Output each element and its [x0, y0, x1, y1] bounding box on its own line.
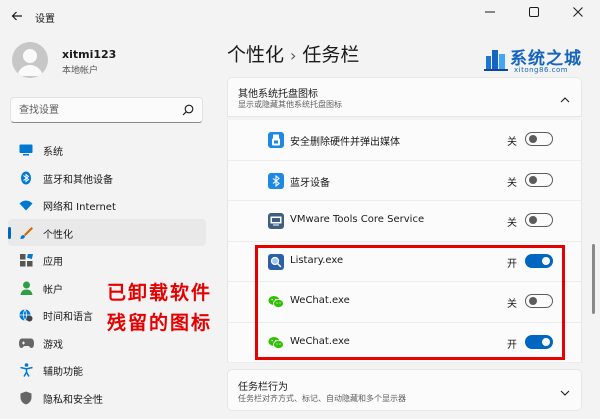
sidebar-item-label: 帐户	[43, 284, 63, 296]
close-button[interactable]	[556, 0, 600, 24]
scrollbar-thumb[interactable]	[592, 244, 595, 314]
breadcrumb-separator: ›	[290, 46, 297, 65]
globe-clock-icon	[18, 307, 34, 323]
toggle-knob	[529, 135, 537, 143]
row-label: 蓝牙设备	[290, 177, 330, 189]
sidebar-item-accessibility[interactable]: 辅助功能	[8, 356, 206, 384]
annotation-text: 已卸载软件 残留的图标	[107, 278, 212, 338]
section-title: 其他系统托盘图标	[238, 89, 318, 100]
back-arrow-icon	[11, 11, 22, 21]
apps-icon	[18, 252, 34, 268]
section-title: 任务栏行为	[238, 382, 288, 393]
toggle-switch[interactable]	[525, 213, 553, 227]
toggle-state-label: 关	[507, 218, 517, 229]
sidebar-nav: 系统 蓝牙和其他设备 网络和 Internet 个性化 应用 帐户 时间和语言 …	[8, 136, 206, 411]
sidebar-item-privacy[interactable]: 隐私和安全性	[8, 384, 206, 412]
section-subtitle: 显示或隐藏其他系统托盘图标	[238, 100, 342, 109]
search-icon	[182, 104, 194, 119]
monitor-icon	[18, 142, 34, 158]
row-label: VMware Tools Core Service	[290, 214, 425, 225]
sidebar-item-label: 隐私和安全性	[43, 394, 103, 406]
toggle-knob	[529, 216, 537, 224]
chevron-up-icon[interactable]	[560, 92, 570, 106]
title-bar: 设置	[0, 0, 600, 34]
maximize-icon	[529, 7, 539, 17]
sidebar-item-label: 游戏	[43, 339, 63, 351]
sidebar-item-label: 系统	[43, 147, 63, 158]
sidebar-item-label: 时间和语言	[43, 312, 93, 323]
section-subtitle: 任务栏对齐方式、标记、自动隐藏和多个显示器	[238, 394, 406, 403]
breadcrumb: 个性化 › 任务栏	[227, 40, 359, 67]
taskbar-behavior-section[interactable]: 任务栏行为 任务栏对齐方式、标记、自动隐藏和多个显示器	[227, 369, 582, 411]
annotation-line-1: 已卸载软件	[107, 282, 213, 304]
list-item: VMware Tools Core Service 关	[227, 201, 582, 242]
annotation-line-2: 残留的图标	[107, 312, 213, 334]
back-button[interactable]	[6, 5, 28, 27]
account-type: 本地帐户	[62, 66, 99, 76]
person-icon	[17, 49, 43, 76]
wifi-icon	[18, 197, 34, 213]
toggle-switch[interactable]	[525, 172, 553, 187]
minimize-button[interactable]	[468, 0, 512, 24]
sidebar-item-label: 个性化	[43, 229, 73, 241]
accessibility-icon	[18, 362, 34, 378]
list-item: 安全删除硬件并弹出媒体 关	[227, 120, 582, 161]
avatar[interactable]	[12, 42, 48, 78]
vmware-icon	[268, 213, 284, 229]
toggle-knob	[529, 175, 537, 184]
bluetooth-icon	[268, 172, 284, 189]
close-icon	[573, 7, 583, 17]
app-title: 设置	[35, 14, 55, 25]
watermark-logo: 系统之城 xitong86.com	[484, 44, 594, 80]
list-item: 蓝牙设备 关	[227, 160, 582, 201]
sidebar-item-label: 辅助功能	[43, 367, 83, 378]
toggle-state-label: 关	[507, 137, 517, 148]
sidebar-item-label: 蓝牙和其他设备	[43, 174, 113, 186]
breadcrumb-parent[interactable]: 个性化	[227, 44, 284, 66]
sidebar-item-system[interactable]: 系统	[8, 136, 206, 164]
maximize-button[interactable]	[512, 0, 556, 24]
sidebar-item-label: 网络和 Internet	[43, 202, 116, 213]
shield-icon	[18, 390, 34, 406]
annotation-highlight-box	[255, 245, 565, 360]
usb-eject-icon	[268, 132, 284, 148]
toggle-state-label: 关	[507, 177, 517, 189]
search-input[interactable]	[19, 102, 179, 118]
gamepad-icon	[18, 335, 34, 351]
sidebar-item-network[interactable]: 网络和 Internet	[8, 191, 206, 219]
logo-url: xitong86.com	[514, 66, 569, 74]
brush-icon	[18, 225, 34, 241]
chevron-down-icon[interactable]	[560, 385, 570, 399]
page-title: 任务栏	[302, 44, 360, 66]
person-icon	[18, 280, 34, 296]
user-name: xitmi123	[62, 48, 117, 61]
minimize-icon	[485, 11, 495, 13]
search-box[interactable]	[10, 97, 203, 123]
row-label: 安全删除硬件并弹出媒体	[290, 137, 400, 148]
sidebar-item-personalization[interactable]: 个性化	[8, 218, 206, 246]
bluetooth-icon	[18, 170, 34, 186]
city-logo-icon	[484, 50, 508, 71]
toggle-switch[interactable]	[525, 132, 553, 146]
sidebar-item-bluetooth[interactable]: 蓝牙和其他设备	[8, 164, 206, 192]
sidebar-item-label: 应用	[43, 257, 63, 268]
sidebar-item-apps[interactable]: 应用	[8, 246, 206, 274]
tray-icons-section-header[interactable]: 其他系统托盘图标 显示或隐藏其他系统托盘图标	[227, 77, 582, 117]
